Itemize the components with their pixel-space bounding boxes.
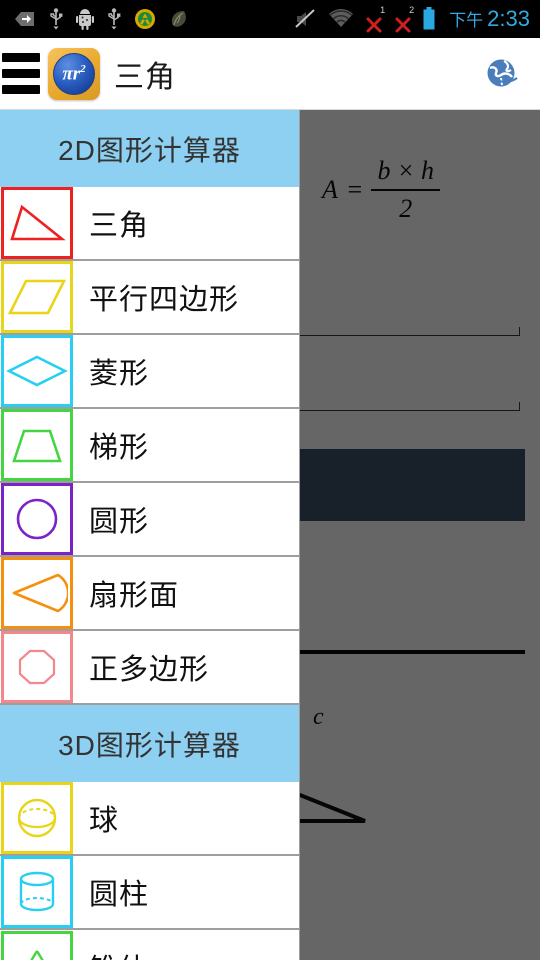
battery-icon bbox=[423, 7, 435, 30]
hamburger-bar bbox=[2, 85, 40, 94]
sector-shape-icon bbox=[1, 557, 73, 629]
rhombus-shape-icon bbox=[1, 335, 73, 407]
sim1-badge-number: 1 bbox=[380, 5, 386, 15]
leaf-icon bbox=[171, 11, 186, 27]
drawer-item-regular-polygon[interactable]: 正多边形 bbox=[0, 631, 299, 705]
recycle-green-icon bbox=[135, 9, 155, 29]
status-bar-left-icons bbox=[0, 8, 294, 30]
usb-icon bbox=[50, 8, 63, 30]
polygon-shape-icon bbox=[1, 631, 73, 703]
app-root: 1 2 下午 2:33 πr2 三角 2D图形计算器 三角 平行四边形 菱形 梯… bbox=[0, 0, 540, 960]
status-bar-clock: 下午 2:33 bbox=[445, 6, 530, 32]
drawer-item-trapezoid[interactable]: 梯形 bbox=[0, 409, 299, 483]
wifi-icon bbox=[329, 9, 354, 27]
drawer-item-sector[interactable]: 扇形面 bbox=[0, 557, 299, 631]
cone-shape-icon bbox=[1, 931, 73, 960]
section-header-2d: 2D图形计算器 bbox=[0, 110, 299, 187]
navigation-drawer: 2D图形计算器 三角 平行四边形 菱形 梯形 圆形 扇形面 正多边形 3D图形计… bbox=[0, 110, 300, 960]
triangle-shape-icon bbox=[1, 187, 73, 259]
clock-ampm: 下午 bbox=[449, 11, 484, 30]
android-debug-icon bbox=[76, 9, 94, 30]
circle-shape-icon bbox=[1, 483, 73, 555]
drawer-item-label: 锥体 bbox=[89, 946, 149, 960]
drawer-item-label: 菱形 bbox=[89, 358, 150, 390]
sim2-badge-number: 2 bbox=[409, 5, 415, 15]
drawer-item-cone[interactable]: 锥体 bbox=[0, 930, 299, 960]
drawer-item-label: 球 bbox=[89, 805, 120, 837]
trapezoid-shape-icon bbox=[1, 409, 73, 481]
drawer-item-triangle[interactable]: 三角 bbox=[0, 187, 299, 261]
drawer-item-label: 平行四边形 bbox=[89, 284, 240, 316]
section-header-3d: 3D图形计算器 bbox=[0, 705, 299, 782]
drawer-item-label: 圆柱 bbox=[89, 879, 150, 911]
status-bar-right-icons: 1 2 下午 2:33 bbox=[294, 5, 540, 33]
drawer-item-label: 扇形面 bbox=[89, 580, 180, 612]
hamburger-bar bbox=[2, 53, 40, 62]
drawer-item-sphere[interactable]: 球 bbox=[0, 782, 299, 856]
sim2-no-service-icon: 2 bbox=[393, 5, 415, 33]
hamburger-menu-icon[interactable] bbox=[2, 53, 40, 94]
drawer-item-label: 圆形 bbox=[89, 506, 150, 538]
usb-icon bbox=[108, 8, 121, 30]
back-sd-icon bbox=[15, 12, 34, 26]
page-title: 三角 bbox=[114, 60, 176, 94]
drawer-item-parallelogram[interactable]: 平行四边形 bbox=[0, 261, 299, 335]
drawer-item-cylinder[interactable]: 圆柱 bbox=[0, 856, 299, 930]
drawer-item-label: 梯形 bbox=[89, 432, 150, 464]
drawer-item-label: 正多边形 bbox=[89, 654, 210, 686]
globe-icon[interactable] bbox=[474, 46, 530, 102]
clock-time: 2:33 bbox=[487, 6, 530, 31]
drawer-item-label: 三角 bbox=[89, 210, 150, 242]
app-logo-sphere: πr2 bbox=[53, 52, 95, 95]
status-bar: 1 2 下午 2:33 bbox=[0, 0, 540, 38]
sim1-no-service-icon: 1 bbox=[364, 5, 386, 33]
cylinder-shape-icon bbox=[1, 856, 73, 928]
sphere-shape-icon bbox=[1, 782, 73, 854]
app-logo-icon: πr2 bbox=[48, 47, 100, 100]
drawer-item-circle[interactable]: 圆形 bbox=[0, 483, 299, 557]
action-bar: πr2 三角 bbox=[0, 38, 540, 110]
mute-icon bbox=[295, 9, 315, 28]
app-logo-text: πr2 bbox=[62, 62, 86, 85]
parallelogram-shape-icon bbox=[1, 261, 73, 333]
drawer-item-rhombus[interactable]: 菱形 bbox=[0, 335, 299, 409]
hamburger-bar bbox=[2, 69, 40, 78]
